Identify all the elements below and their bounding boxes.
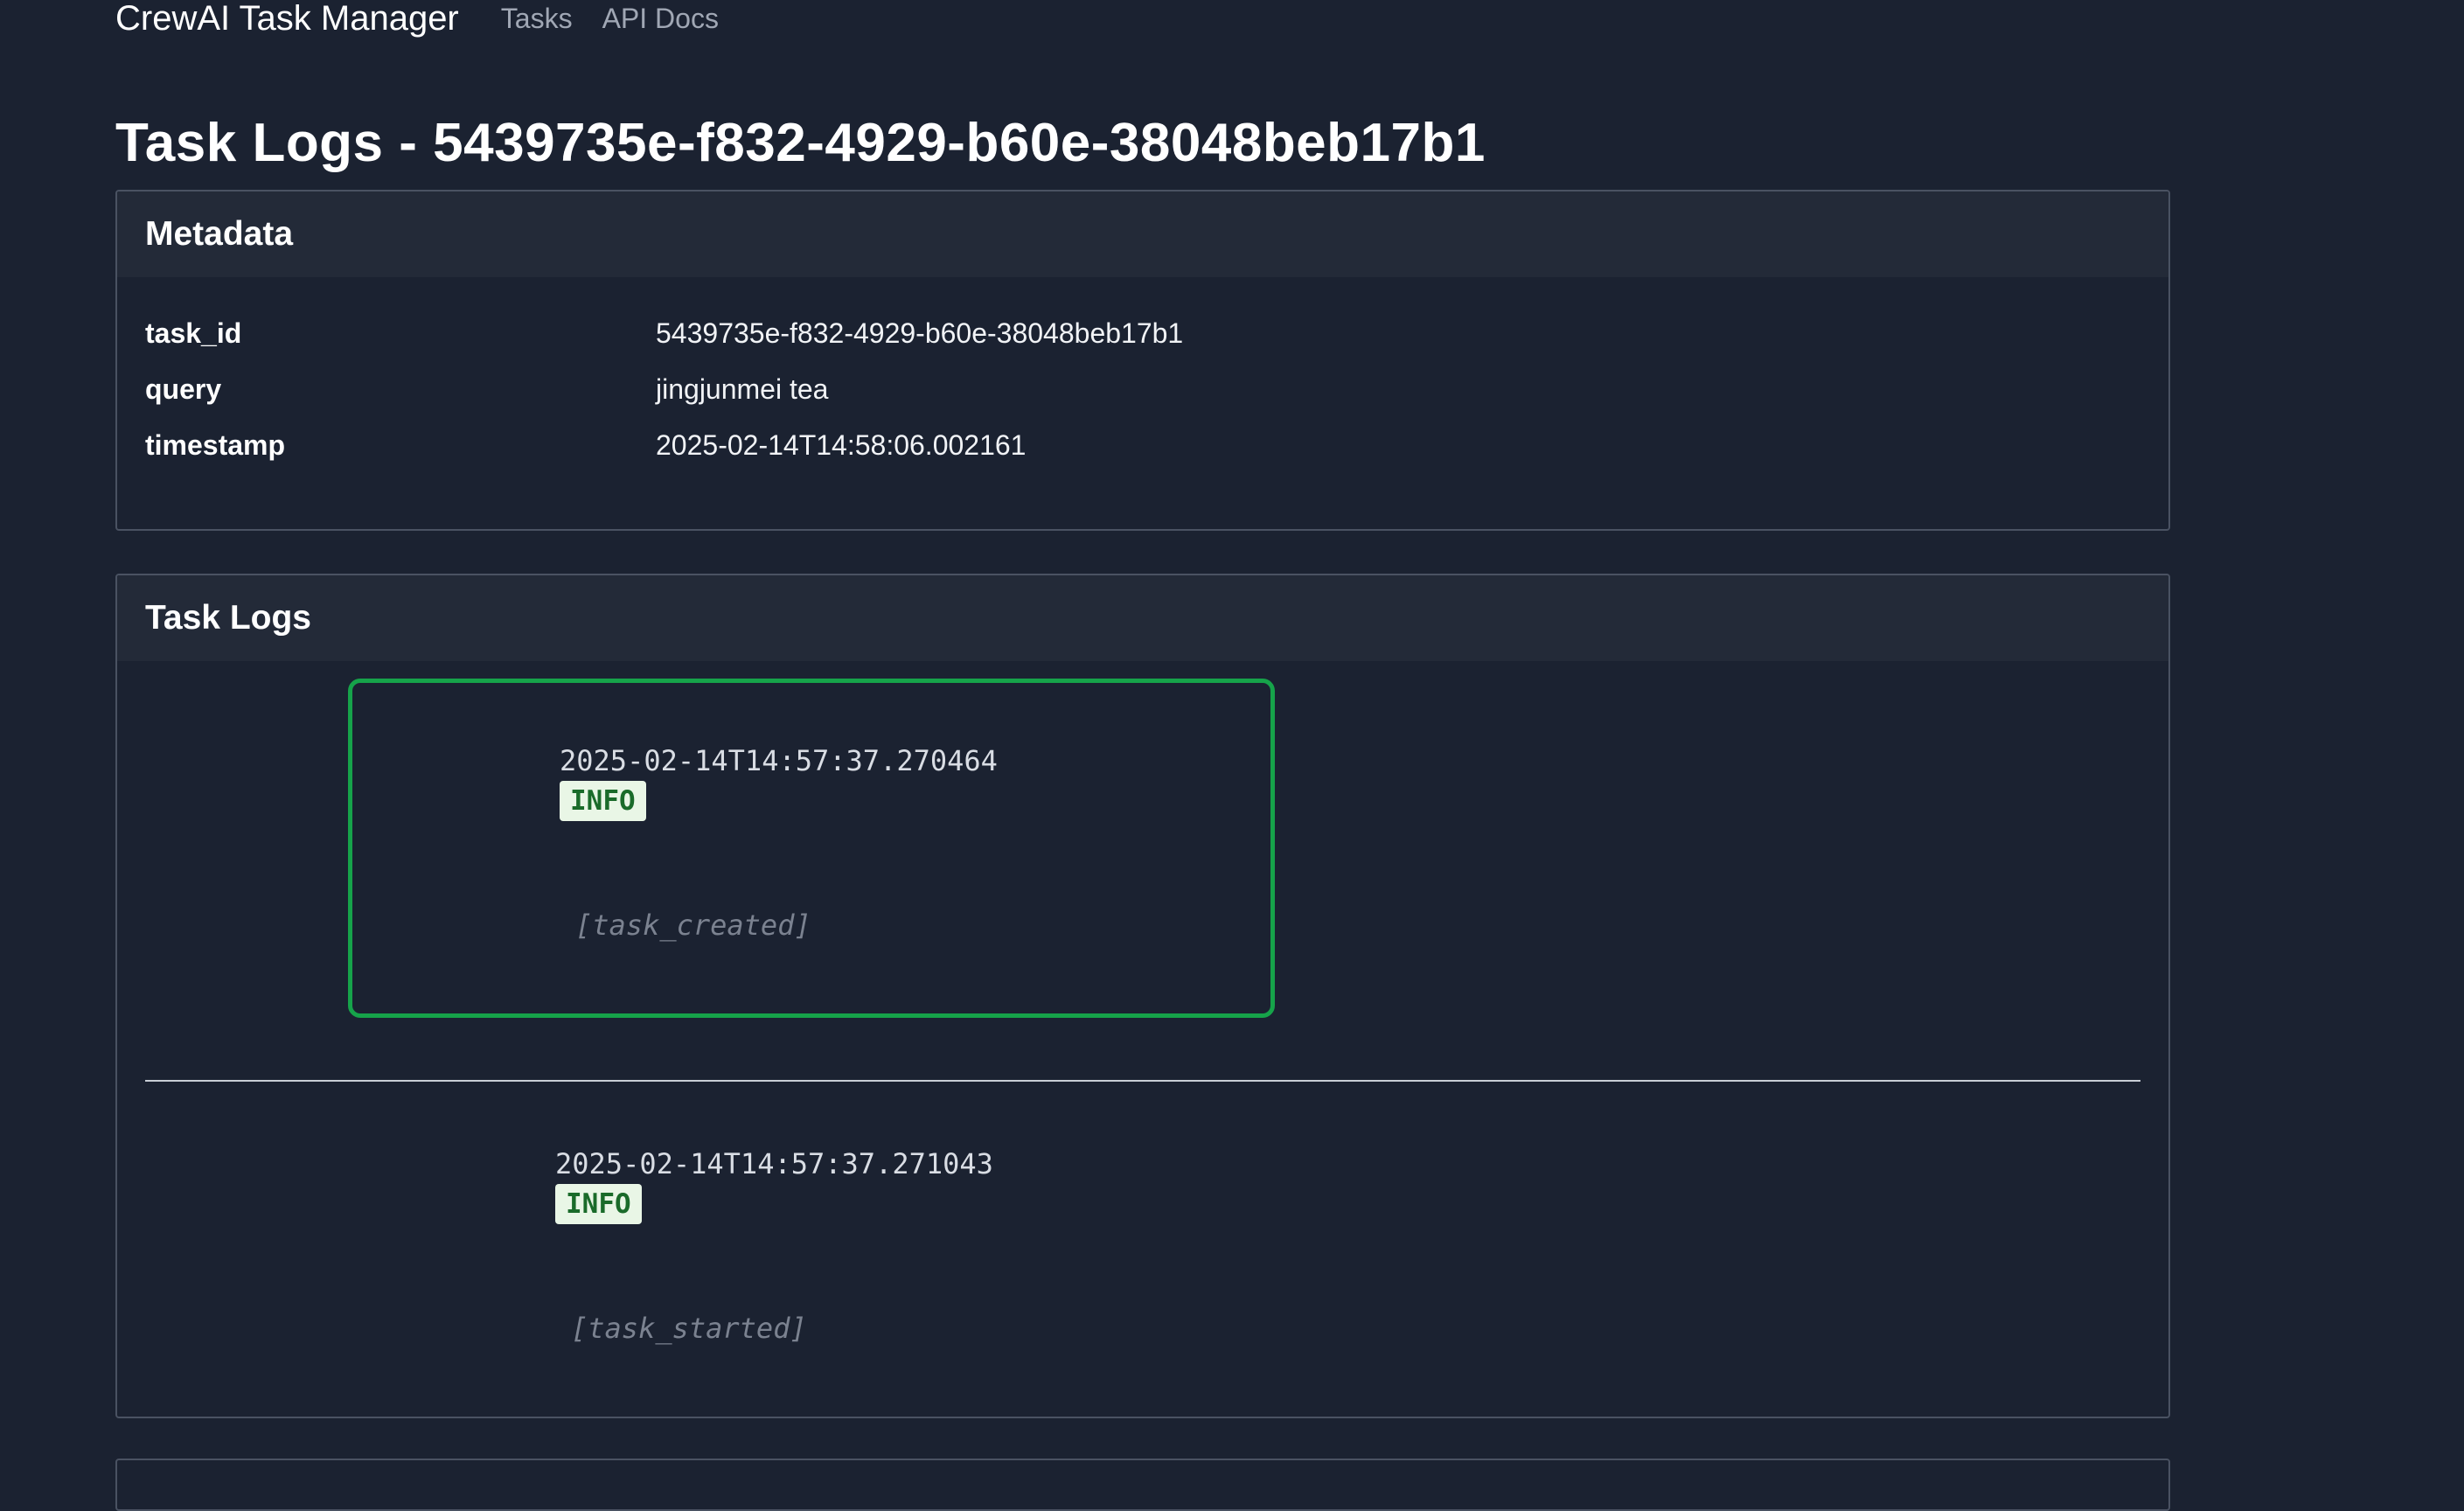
log-event-name: [task_started] bbox=[571, 1312, 807, 1345]
metadata-value: 5439735e-f832-4929-b60e-38048beb17b1 bbox=[656, 317, 1184, 349]
nav-link-api-docs[interactable]: API Docs bbox=[602, 4, 719, 32]
metadata-row-task-id: task_id 5439735e-f832-4929-b60e-38048beb… bbox=[145, 305, 2140, 361]
page-title: Task Logs - 5439735e-f832-4929-b60e-3804… bbox=[115, 113, 1486, 173]
brand-link[interactable]: CrewAI Task Manager bbox=[115, 1, 459, 36]
task-logs-card-header: Task Logs bbox=[117, 575, 2168, 661]
metadata-key: task_id bbox=[145, 317, 242, 349]
log-divider bbox=[145, 1080, 2140, 1082]
metadata-value: jingjunmei tea bbox=[656, 373, 829, 405]
metadata-key: timestamp bbox=[145, 428, 286, 461]
nav-link-tasks[interactable]: Tasks bbox=[501, 4, 573, 32]
metadata-card: Metadata task_id 5439735e-f832-4929-b60e… bbox=[115, 190, 2170, 531]
metadata-key: query bbox=[145, 373, 222, 405]
metadata-row-timestamp: timestamp 2025-02-14T14:58:06.002161 bbox=[145, 417, 2140, 473]
log-timestamp: 2025-02-14T14:57:37.271043 bbox=[555, 1147, 993, 1180]
log-entry[interactable]: 2025-02-14T14:57:37.270464 INFO [task_cr… bbox=[348, 679, 1275, 1018]
top-navbar: CrewAI Task Manager Tasks API Docs bbox=[115, 0, 748, 40]
metadata-row-query: query jingjunmei tea bbox=[145, 361, 2140, 417]
log-level-badge: INFO bbox=[560, 781, 646, 821]
log-event-name: [task_created] bbox=[575, 909, 811, 942]
task-logs-card: Task Logs 2025-02-14T14:57:37.270464 INF… bbox=[115, 574, 2170, 1418]
metadata-card-header: Metadata bbox=[117, 191, 2168, 277]
log-level-badge: INFO bbox=[555, 1184, 642, 1224]
log-entry[interactable]: 2025-02-14T14:57:37.271043 INFO [task_st… bbox=[348, 1086, 1275, 1417]
metadata-value: 2025-02-14T14:58:06.002161 bbox=[656, 428, 1027, 461]
next-card-partial bbox=[115, 1459, 2170, 1511]
metadata-table: task_id 5439735e-f832-4929-b60e-38048beb… bbox=[117, 277, 2168, 501]
log-timestamp: 2025-02-14T14:57:37.270464 bbox=[560, 744, 998, 777]
